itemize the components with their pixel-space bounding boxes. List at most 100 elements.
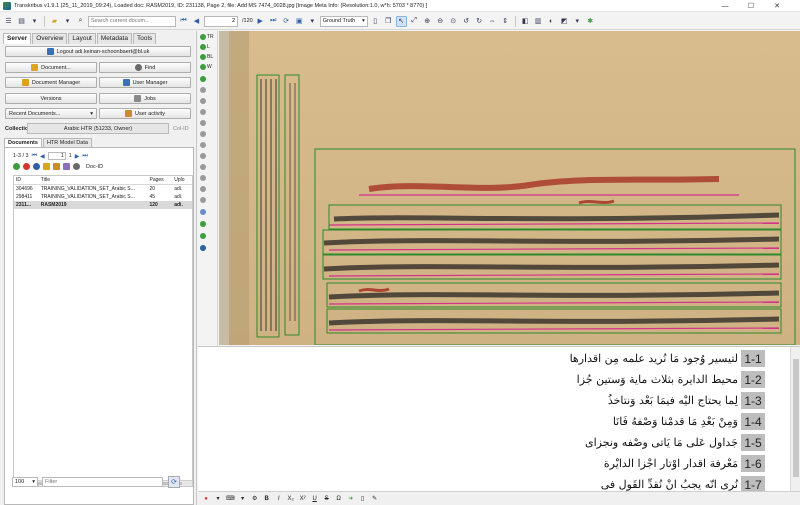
scrollbar-thumb[interactable] bbox=[793, 359, 799, 477]
previous-page-icon[interactable]: ◀ bbox=[191, 16, 202, 27]
zoom-in-icon[interactable]: ⊕ bbox=[422, 16, 433, 27]
search-current-document-input[interactable] bbox=[88, 15, 176, 27]
open-local-icon[interactable]: ▤ bbox=[16, 16, 27, 27]
tab-server[interactable]: Server bbox=[3, 33, 32, 44]
close-button[interactable]: ✕ bbox=[766, 0, 788, 12]
last-page-icon[interactable]: ⏭ bbox=[268, 16, 279, 27]
line-text[interactable]: وَمِنْ بَعْدِ مَا قدمْنا وَصْفهُ فَانَا bbox=[613, 415, 741, 428]
document-button[interactable]: Document... bbox=[5, 62, 97, 73]
search-icon[interactable]: ⌕ bbox=[75, 16, 86, 27]
collection-select[interactable]: Arabic HTR (51233, Owner) bbox=[27, 123, 169, 134]
document-manager-button[interactable]: Document Manager bbox=[5, 77, 97, 88]
fit-page-icon[interactable]: ⤢ bbox=[409, 16, 420, 27]
strikethrough-button[interactable]: S bbox=[323, 496, 331, 502]
previous-page-icon[interactable]: ◀ bbox=[40, 153, 45, 160]
column-header-id[interactable]: ID bbox=[14, 177, 39, 183]
transcription-line[interactable]: مَعْرفة اقدار اوْتار اجْزا الدايْرة 1-6 bbox=[604, 455, 765, 472]
point-add-tool[interactable] bbox=[200, 131, 206, 137]
subscript-button[interactable]: X₂ bbox=[287, 496, 295, 502]
first-page-icon[interactable]: ⏮ bbox=[32, 153, 37, 160]
select-mode-icon[interactable]: ↖ bbox=[395, 15, 407, 27]
column-header-title[interactable]: Title bbox=[39, 177, 148, 183]
person-tool[interactable] bbox=[200, 197, 206, 203]
duplicate-icon[interactable] bbox=[63, 163, 70, 170]
next-page-icon[interactable]: ▶ bbox=[255, 16, 266, 27]
layout-icon[interactable]: ▯ bbox=[359, 495, 367, 502]
dropdown-icon[interactable]: ▾ bbox=[214, 495, 222, 502]
column-header-uploader[interactable]: Uplo bbox=[172, 177, 192, 183]
table-row[interactable]: 298411 TRAINING_VALIDATION_SET_Arabic S.… bbox=[14, 193, 192, 201]
search-icon[interactable] bbox=[73, 163, 80, 170]
find-button[interactable]: Find bbox=[99, 62, 191, 73]
page-image-canvas[interactable] bbox=[219, 31, 800, 345]
add-icon[interactable] bbox=[13, 163, 20, 170]
contrast-icon[interactable]: ◐ bbox=[546, 16, 557, 27]
refresh-icon[interactable] bbox=[33, 163, 40, 170]
line-text[interactable]: محيط الدايرة بثلاث ماية وَستين جُزا bbox=[577, 373, 741, 386]
remove-shape-tool[interactable] bbox=[200, 87, 206, 93]
tab-tools[interactable]: Tools bbox=[132, 33, 157, 44]
versions-button[interactable]: Versions bbox=[5, 93, 97, 104]
transcription-line[interactable]: محيط الدايرة بثلاث ماية وَستين جُزا 1-2 bbox=[577, 371, 765, 388]
dropdown-icon[interactable]: ▾ bbox=[572, 16, 583, 27]
virtual-keyboard-icon[interactable]: ⌨ bbox=[226, 495, 235, 502]
settings-icon[interactable]: ⚙ bbox=[251, 495, 259, 502]
folder-icon[interactable] bbox=[43, 163, 50, 170]
save-icon[interactable]: ▣ bbox=[294, 16, 305, 27]
tab-metadata[interactable]: Metadata bbox=[96, 33, 132, 44]
menu-icon[interactable]: ☰ bbox=[3, 16, 14, 27]
show-baselines-toggle[interactable]: BL bbox=[200, 54, 213, 60]
transcription-line[interactable]: جَداول عَلى مَا يَاتى وصْفه ونجزاى 1-5 bbox=[585, 434, 765, 451]
tab-layout[interactable]: Layout bbox=[68, 33, 96, 44]
link-tool[interactable] bbox=[200, 153, 206, 159]
user-activity-button[interactable]: User activity bbox=[99, 108, 191, 119]
mark-tool[interactable] bbox=[200, 186, 206, 192]
line-text[interactable]: مَعْرفة اقدار اوْتار اجْزا الدايْرة bbox=[604, 457, 741, 470]
help-tool[interactable] bbox=[200, 245, 206, 251]
dropdown-icon[interactable]: ▾ bbox=[307, 16, 318, 27]
logout-button[interactable]: Logout adi.keinan-schoonbaert@bl.uk bbox=[5, 46, 191, 57]
dropdown-icon[interactable]: ▾ bbox=[239, 495, 247, 502]
sort-tool[interactable] bbox=[200, 175, 206, 181]
column-header-pages[interactable]: Pages bbox=[147, 177, 172, 183]
pager-page-input[interactable]: 1 bbox=[47, 152, 66, 160]
show-words-toggle[interactable]: W bbox=[200, 64, 212, 70]
delete-icon[interactable] bbox=[23, 163, 30, 170]
point-remove-tool[interactable] bbox=[200, 142, 206, 148]
user-manager-button[interactable]: User Manager bbox=[99, 77, 191, 88]
undo-tool[interactable] bbox=[200, 221, 206, 227]
transcription-line[interactable]: وَمِنْ بَعْدِ مَا قدمْنا وَصْفهُ فَانَا … bbox=[613, 413, 765, 430]
polygon-tool[interactable] bbox=[200, 120, 206, 126]
tab-overview[interactable]: Overview bbox=[32, 33, 68, 44]
page-size-select[interactable]: 100 ▾ bbox=[12, 477, 38, 487]
maximize-button[interactable]: ☐ bbox=[740, 0, 762, 12]
merge-tool[interactable] bbox=[200, 109, 206, 115]
folder-icon[interactable]: ▰ bbox=[49, 16, 60, 27]
table-row[interactable]: 304696 TRAINING_VALIDATION_SET_Arabic S.… bbox=[14, 185, 192, 193]
copy-icon[interactable]: ❐ bbox=[383, 16, 394, 27]
zoom-out-icon[interactable]: ⊖ bbox=[435, 16, 446, 27]
dropdown-icon[interactable]: ▾ bbox=[62, 16, 73, 27]
edit-mode-icon[interactable]: ◩ bbox=[559, 16, 570, 27]
last-page-icon[interactable]: ⏭ bbox=[82, 153, 87, 160]
document-icon[interactable]: ▯ bbox=[370, 16, 381, 27]
bold-button[interactable]: B bbox=[263, 496, 271, 502]
add-shape-tool[interactable] bbox=[200, 76, 206, 82]
tag-icon[interactable]: ● bbox=[202, 496, 210, 502]
fit-width-icon[interactable]: ⇔ bbox=[487, 16, 498, 27]
line-text[interactable]: لتيسير وُجود مَا نُريد علمه مِن اقدارها bbox=[570, 352, 741, 365]
reorder-tool[interactable] bbox=[200, 209, 206, 215]
version-status-select[interactable]: Ground Truth ▾ bbox=[319, 15, 368, 27]
underline-button[interactable]: U bbox=[311, 496, 319, 502]
reload-icon[interactable]: ⟳ bbox=[281, 16, 292, 27]
pencil-icon[interactable]: ✎ bbox=[371, 495, 379, 502]
first-page-icon[interactable]: ⏮ bbox=[178, 16, 189, 27]
italic-button[interactable]: I bbox=[275, 496, 283, 502]
recent-documents-dropdown[interactable]: Recent Documents... ▾ bbox=[5, 108, 97, 119]
dropdown-icon[interactable]: ▾ bbox=[29, 16, 40, 27]
tab-htr-model-data[interactable]: HTR Model Data bbox=[42, 138, 92, 147]
layers-icon[interactable]: ◧ bbox=[520, 16, 531, 27]
export-icon[interactable] bbox=[53, 163, 60, 170]
zoom-fit-icon[interactable]: ⊙ bbox=[448, 16, 459, 27]
apply-filter-button[interactable]: ⟳ bbox=[168, 476, 180, 488]
